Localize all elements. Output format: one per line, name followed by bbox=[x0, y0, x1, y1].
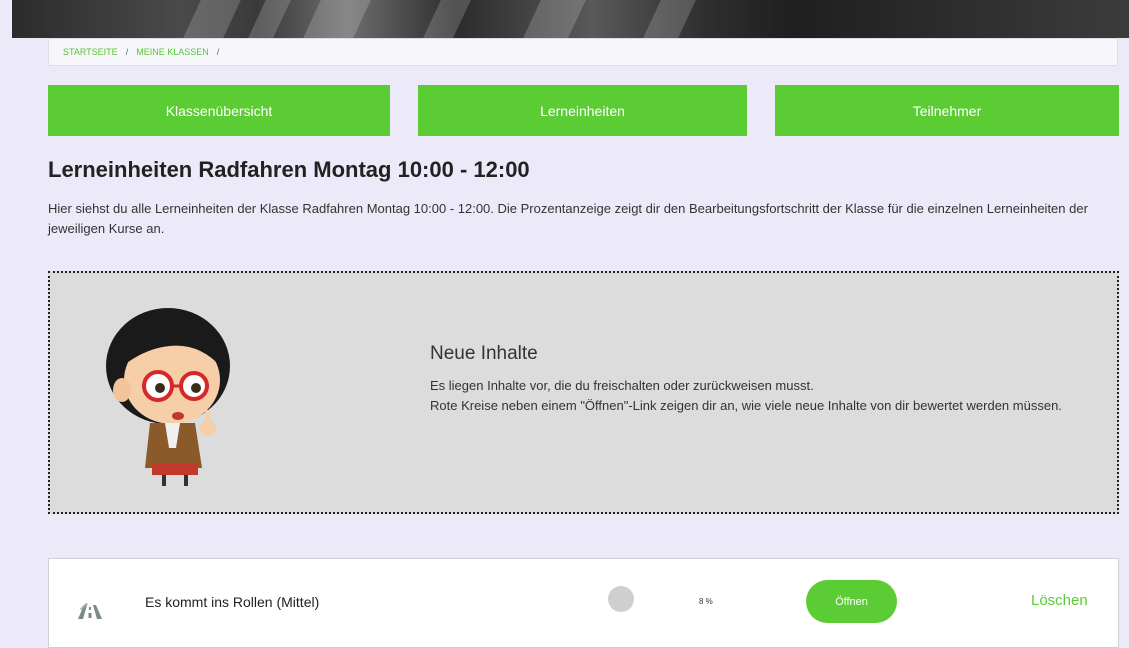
open-button[interactable]: Öffnen bbox=[806, 580, 897, 623]
breadcrumb-my-classes-link[interactable]: MEINE KLASSEN bbox=[136, 47, 209, 57]
breadcrumb: STARTSEITE / MEINE KLASSEN / bbox=[48, 38, 1118, 66]
learning-unit-row: Es kommt ins Rollen (Mittel) 8 % Öffnen … bbox=[48, 558, 1119, 648]
learning-unit-title: Es kommt ins Rollen (Mittel) bbox=[145, 594, 320, 610]
notice-text-line: Es liegen Inhalte vor, die du freischalt… bbox=[430, 378, 814, 393]
page-intro-text: Hier siehst du alle Lerneinheiten der Kl… bbox=[48, 201, 1088, 236]
tab-learning-units[interactable]: Lerneinheiten bbox=[418, 85, 747, 136]
delete-link[interactable]: Löschen bbox=[1031, 592, 1088, 609]
notice-title: Neue Inhalte bbox=[430, 343, 538, 364]
breadcrumb-home-link[interactable]: STARTSEITE bbox=[63, 47, 118, 57]
tab-class-overview[interactable]: Klassenübersicht bbox=[48, 85, 390, 136]
breadcrumb-separator: / bbox=[125, 47, 129, 57]
page-title: Lerneinheiten Radfahren Montag 10:00 - 1… bbox=[48, 157, 530, 182]
notice-text: Es liegen Inhalte vor, die du freischalt… bbox=[430, 376, 1070, 416]
tab-participants[interactable]: Teilnehmer bbox=[775, 85, 1119, 136]
class-tabs: Klassenübersicht Lerneinheiten Teilnehme… bbox=[48, 85, 1119, 136]
notice-text-line: Rote Kreise neben einem "Öffnen"-Link ze… bbox=[430, 398, 1062, 413]
new-content-notice: Neue Inhalte Es liegen Inhalte vor, die … bbox=[48, 271, 1119, 514]
road-icon bbox=[78, 603, 102, 619]
progress-percent: 8 % bbox=[699, 597, 713, 606]
header-banner-image bbox=[12, 0, 1129, 38]
teacher-avatar-illustration bbox=[106, 308, 230, 486]
breadcrumb-separator: / bbox=[216, 47, 220, 57]
progress-indicator bbox=[608, 586, 634, 612]
